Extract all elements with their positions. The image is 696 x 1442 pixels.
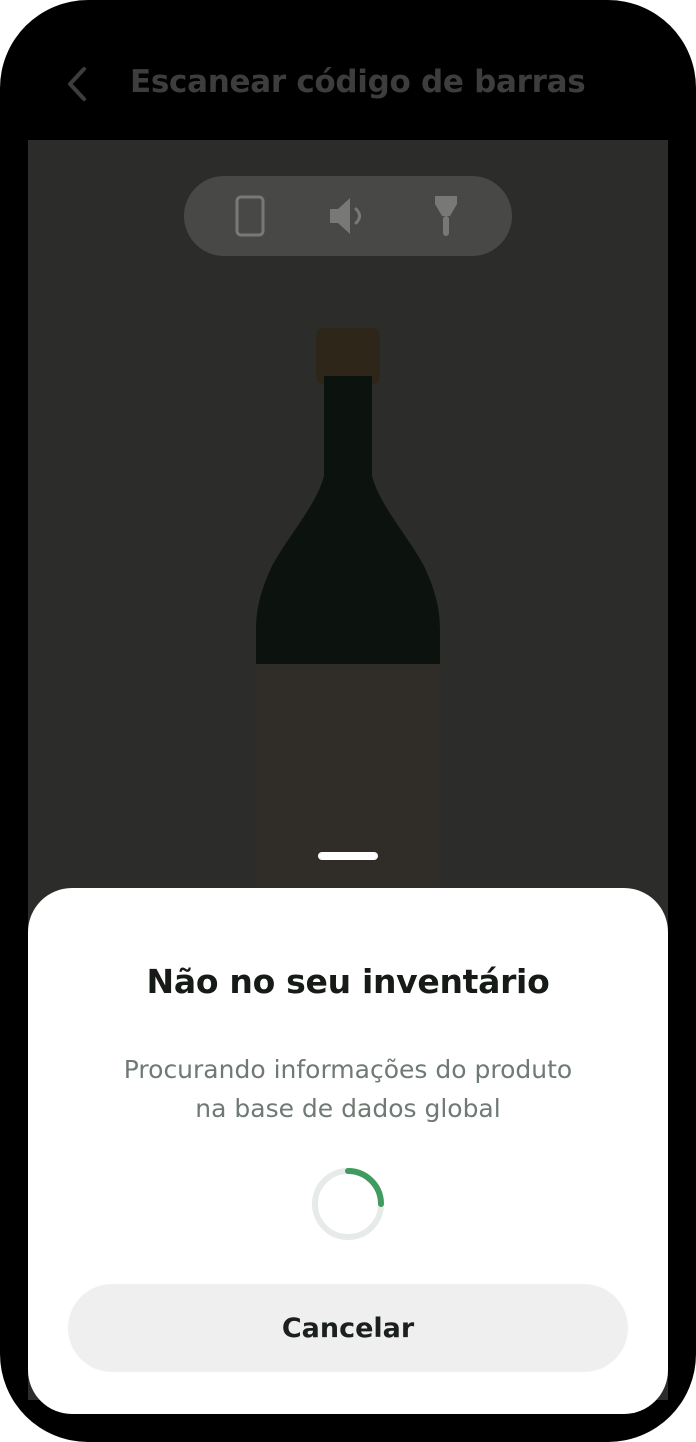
description-line-1: Procurando informações do produto bbox=[123, 1055, 573, 1084]
sheet-description: Procurando informações do produto na bas… bbox=[88, 1050, 608, 1128]
speaker-icon bbox=[330, 198, 361, 234]
phone-outline-icon bbox=[235, 195, 265, 237]
camera-controls bbox=[184, 176, 512, 256]
loading-spinner-icon bbox=[312, 1168, 384, 1240]
top-bar: Escanear código de barras bbox=[0, 0, 696, 140]
flashlight-toggle-button[interactable] bbox=[422, 192, 470, 240]
page-title: Escanear código de barras bbox=[130, 64, 586, 100]
sheet-title: Não no seu inventário bbox=[146, 962, 550, 1001]
flashlight-icon bbox=[435, 196, 457, 236]
chevron-left-icon bbox=[68, 67, 86, 101]
sound-toggle-button[interactable] bbox=[324, 192, 372, 240]
sheet-drag-handle[interactable] bbox=[318, 852, 378, 860]
description-line-2: na base de dados global bbox=[195, 1094, 501, 1123]
bottom-sheet: Não no seu inventário Procurando informa… bbox=[28, 888, 668, 1414]
device-toggle-button[interactable] bbox=[226, 192, 274, 240]
cancel-button[interactable]: Cancelar bbox=[68, 1284, 628, 1372]
phone-screen: Escanear código de barras Não no seu inv… bbox=[0, 0, 696, 1442]
back-button[interactable] bbox=[54, 60, 98, 108]
